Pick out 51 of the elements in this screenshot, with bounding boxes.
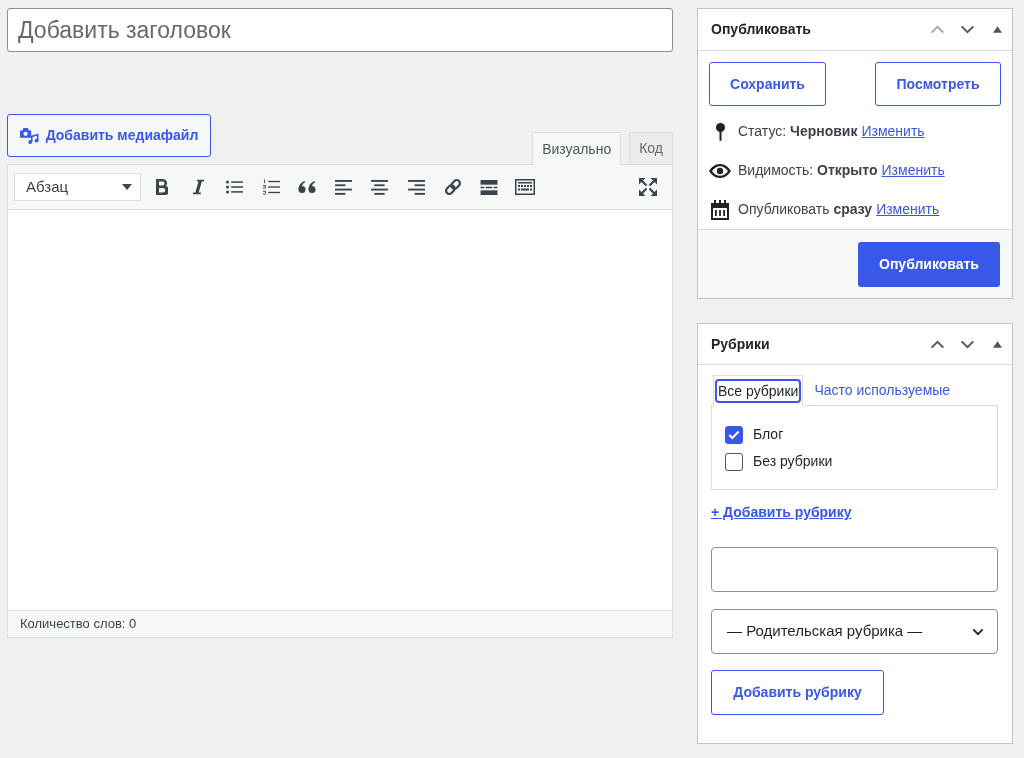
chevron-down-icon[interactable] [959,25,975,34]
italic-icon[interactable] [192,179,204,195]
editor-tab[interactable]: Визуально [532,132,622,165]
add-media-button[interactable]: Добавить медиафайл [7,114,211,157]
title-input[interactable]: Добавить заголовок [7,8,673,52]
checkbox[interactable] [725,425,743,444]
align-right-icon[interactable] [407,179,425,195]
bold-icon[interactable] [156,179,169,195]
bulleted-list-icon[interactable] [226,180,244,194]
edit-link[interactable]: Изменить [861,121,925,142]
chevron-up-icon[interactable] [929,339,945,349]
category-name-input[interactable] [711,547,998,592]
triangle-up-icon[interactable] [992,26,1002,33]
parent-category-select[interactable]: — Родительская рубрика — [711,609,998,654]
fullscreen-icon[interactable] [639,178,657,196]
quote-icon[interactable] [298,181,317,193]
edit-link[interactable]: Изменить [881,160,945,181]
align-left-icon[interactable] [335,179,353,195]
category-tab[interactable]: Все рубрики [713,375,804,406]
word-count-text: Количество слов: 0 [20,615,137,634]
caret-icon [122,184,132,190]
publish-meta-text: Статус: Черновик [738,122,858,141]
checkbox[interactable] [725,452,743,471]
align-center-icon[interactable] [371,179,389,195]
edit-link[interactable]: Изменить [876,199,940,220]
publish-meta-text: Опубликовать сразу [738,200,873,219]
add-category-link[interactable]: + Добавить рубрику [711,502,852,522]
media-icon [19,127,39,144]
category-label: Без рубрики [753,452,833,471]
pushpin-icon [715,122,725,141]
triangle-up-icon[interactable] [992,340,1002,348]
editor-tab[interactable]: Код [629,132,673,164]
add-category-button[interactable]: Добавить рубрику [711,670,884,715]
eye-icon [709,163,731,178]
secondary-button[interactable]: Посмотреть [875,62,1001,106]
panel-title: Опубликовать [711,20,812,39]
format-select[interactable]: Абзац [14,173,141,201]
chevron-down-icon[interactable] [959,339,975,349]
category-label: Блог [753,425,784,444]
read-more-icon[interactable] [479,179,498,195]
publish-meta-text: Видимость: Открыто [738,161,878,180]
category-tab[interactable]: Часто используемые [803,375,962,405]
calendar-icon [711,199,729,220]
keyboard-icon[interactable] [515,179,536,195]
check-icon [728,429,740,440]
link-icon[interactable] [442,177,463,197]
panel-title: Рубрики [711,334,771,354]
chevron-down-icon [972,627,984,636]
publish-button[interactable]: Опубликовать [858,241,1000,287]
numbered-list-icon[interactable] [262,179,280,195]
secondary-button[interactable]: Сохранить [709,62,826,106]
